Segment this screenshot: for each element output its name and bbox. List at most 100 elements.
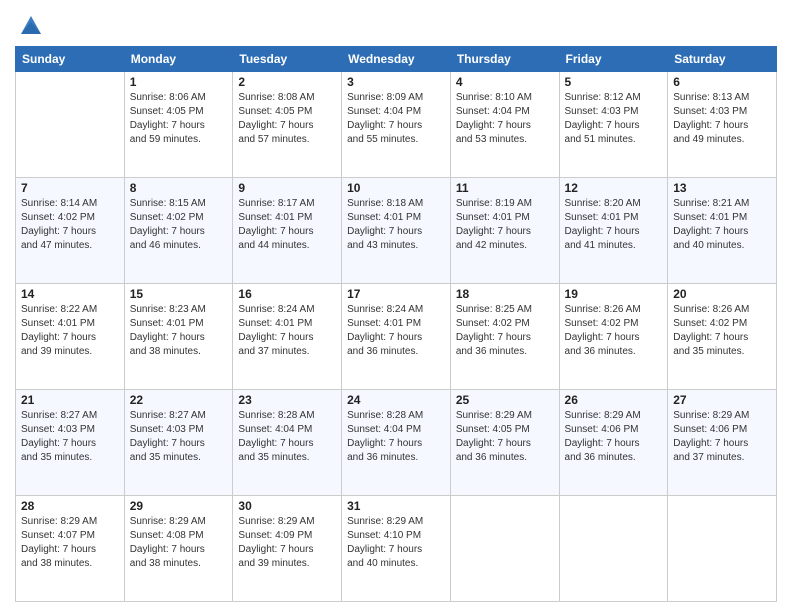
day-number: 20 xyxy=(673,287,771,301)
day-number: 3 xyxy=(347,75,445,89)
calendar-cell: 31Sunrise: 8:29 AM Sunset: 4:10 PM Dayli… xyxy=(342,496,451,602)
day-info: Sunrise: 8:22 AM Sunset: 4:01 PM Dayligh… xyxy=(21,303,119,359)
day-info: Sunrise: 8:13 AM Sunset: 4:03 PM Dayligh… xyxy=(673,91,771,147)
calendar-cell: 14 Sunrise: 8:22 AM Sunset: 4:01 PM Dayli… xyxy=(16,284,125,390)
calendar-cell xyxy=(668,496,777,602)
day-info: Sunrise: 8:27 AM Sunset: 4:03 PM Dayligh… xyxy=(130,409,228,465)
day-number: 22 xyxy=(130,393,228,407)
calendar-cell xyxy=(450,496,559,602)
day-number: 23 xyxy=(238,393,336,407)
calendar-cell: 23 Sunrise: 8:28 AM Sunset: 4:04 PM Dayli… xyxy=(233,390,342,496)
day-info: Sunrise: 8:10 AM Sunset: 4:04 PM Dayligh… xyxy=(456,91,554,147)
day-number: 27 xyxy=(673,393,771,407)
day-info: Sunrise: 8:29 AM Sunset: 4:07 PM Dayligh… xyxy=(21,515,119,571)
day-info: Sunrise: 8:12 AM Sunset: 4:03 PM Dayligh… xyxy=(565,91,663,147)
calendar-cell: 7 Sunrise: 8:14 AM Sunset: 4:02 PM Daylig… xyxy=(16,178,125,284)
day-info: Sunrise: 8:29 AM Sunset: 4:06 PM Dayligh… xyxy=(673,409,771,465)
calendar-cell: 17 Sunrise: 8:24 AM Sunset: 4:01 PM Dayli… xyxy=(342,284,451,390)
day-number: 30 xyxy=(238,499,336,513)
day-number: 18 xyxy=(456,287,554,301)
day-info: Sunrise: 8:17 AM Sunset: 4:01 PM Dayligh… xyxy=(238,197,336,253)
day-number: 25 xyxy=(456,393,554,407)
logo-icon xyxy=(17,10,45,38)
day-info: Sunrise: 8:25 AM Sunset: 4:02 PM Dayligh… xyxy=(456,303,554,359)
calendar-cell: 4Sunrise: 8:10 AM Sunset: 4:04 PM Daylig… xyxy=(450,72,559,178)
calendar-cell: 29 Sunrise: 8:29 AM Sunset: 4:08 PM Dayli… xyxy=(124,496,233,602)
day-info: Sunrise: 8:20 AM Sunset: 4:01 PM Dayligh… xyxy=(565,197,663,253)
calendar-cell: 6Sunrise: 8:13 AM Sunset: 4:03 PM Daylig… xyxy=(668,72,777,178)
day-number: 21 xyxy=(21,393,119,407)
day-info: Sunrise: 8:24 AM Sunset: 4:01 PM Dayligh… xyxy=(238,303,336,359)
calendar-cell: 15 Sunrise: 8:23 AM Sunset: 4:01 PM Dayli… xyxy=(124,284,233,390)
calendar-cell: 19Sunrise: 8:26 AM Sunset: 4:02 PM Dayli… xyxy=(559,284,668,390)
calendar-cell: 18 Sunrise: 8:25 AM Sunset: 4:02 PM Dayli… xyxy=(450,284,559,390)
header xyxy=(15,10,777,38)
calendar-cell: 26 Sunrise: 8:29 AM Sunset: 4:06 PM Dayli… xyxy=(559,390,668,496)
week-row-3: 21 Sunrise: 8:27 AM Sunset: 4:03 PM Dayli… xyxy=(16,390,777,496)
day-info: Sunrise: 8:28 AM Sunset: 4:04 PM Dayligh… xyxy=(238,409,336,465)
week-row-1: 7 Sunrise: 8:14 AM Sunset: 4:02 PM Daylig… xyxy=(16,178,777,284)
weekday-header-monday: Monday xyxy=(124,47,233,72)
day-info: Sunrise: 8:18 AM Sunset: 4:01 PM Dayligh… xyxy=(347,197,445,253)
calendar-cell: 13 Sunrise: 8:21 AM Sunset: 4:01 PM Dayli… xyxy=(668,178,777,284)
day-info: Sunrise: 8:21 AM Sunset: 4:01 PM Dayligh… xyxy=(673,197,771,253)
week-row-0: 1Sunrise: 8:06 AM Sunset: 4:05 PM Daylig… xyxy=(16,72,777,178)
day-number: 19 xyxy=(565,287,663,301)
calendar-cell: 8Sunrise: 8:15 AM Sunset: 4:02 PM Daylig… xyxy=(124,178,233,284)
day-info: Sunrise: 8:29 AM Sunset: 4:06 PM Dayligh… xyxy=(565,409,663,465)
calendar-cell: 11 Sunrise: 8:19 AM Sunset: 4:01 PM Dayli… xyxy=(450,178,559,284)
weekday-header-tuesday: Tuesday xyxy=(233,47,342,72)
day-number: 31 xyxy=(347,499,445,513)
calendar-cell: 3 Sunrise: 8:09 AM Sunset: 4:04 PM Daylig… xyxy=(342,72,451,178)
day-number: 16 xyxy=(238,287,336,301)
calendar-cell xyxy=(16,72,125,178)
calendar-cell: 16 Sunrise: 8:24 AM Sunset: 4:01 PM Dayli… xyxy=(233,284,342,390)
day-info: Sunrise: 8:29 AM Sunset: 4:09 PM Dayligh… xyxy=(238,515,336,571)
calendar-cell: 30 Sunrise: 8:29 AM Sunset: 4:09 PM Dayli… xyxy=(233,496,342,602)
calendar-cell: 1Sunrise: 8:06 AM Sunset: 4:05 PM Daylig… xyxy=(124,72,233,178)
day-info: Sunrise: 8:26 AM Sunset: 4:02 PM Dayligh… xyxy=(673,303,771,359)
day-info: Sunrise: 8:23 AM Sunset: 4:01 PM Dayligh… xyxy=(130,303,228,359)
day-info: Sunrise: 8:08 AM Sunset: 4:05 PM Dayligh… xyxy=(238,91,336,147)
calendar-cell: 2 Sunrise: 8:08 AM Sunset: 4:05 PM Daylig… xyxy=(233,72,342,178)
day-number: 26 xyxy=(565,393,663,407)
calendar-table: SundayMondayTuesdayWednesdayThursdayFrid… xyxy=(15,46,777,602)
calendar-cell: 20 Sunrise: 8:26 AM Sunset: 4:02 PM Dayli… xyxy=(668,284,777,390)
day-number: 17 xyxy=(347,287,445,301)
day-info: Sunrise: 8:15 AM Sunset: 4:02 PM Dayligh… xyxy=(130,197,228,253)
day-info: Sunrise: 8:14 AM Sunset: 4:02 PM Dayligh… xyxy=(21,197,119,253)
day-info: Sunrise: 8:24 AM Sunset: 4:01 PM Dayligh… xyxy=(347,303,445,359)
day-info: Sunrise: 8:29 AM Sunset: 4:08 PM Dayligh… xyxy=(130,515,228,571)
day-number: 1 xyxy=(130,75,228,89)
day-number: 14 xyxy=(21,287,119,301)
calendar-cell: 21Sunrise: 8:27 AM Sunset: 4:03 PM Dayli… xyxy=(16,390,125,496)
logo xyxy=(15,10,45,38)
weekday-header-saturday: Saturday xyxy=(668,47,777,72)
day-info: Sunrise: 8:29 AM Sunset: 4:05 PM Dayligh… xyxy=(456,409,554,465)
weekday-header-row: SundayMondayTuesdayWednesdayThursdayFrid… xyxy=(16,47,777,72)
day-info: Sunrise: 8:28 AM Sunset: 4:04 PM Dayligh… xyxy=(347,409,445,465)
day-number: 2 xyxy=(238,75,336,89)
calendar-cell: 28 Sunrise: 8:29 AM Sunset: 4:07 PM Dayli… xyxy=(16,496,125,602)
page: SundayMondayTuesdayWednesdayThursdayFrid… xyxy=(0,0,792,612)
day-number: 5 xyxy=(565,75,663,89)
day-number: 9 xyxy=(238,181,336,195)
weekday-header-friday: Friday xyxy=(559,47,668,72)
day-info: Sunrise: 8:09 AM Sunset: 4:04 PM Dayligh… xyxy=(347,91,445,147)
week-row-4: 28 Sunrise: 8:29 AM Sunset: 4:07 PM Dayli… xyxy=(16,496,777,602)
calendar-cell: 25 Sunrise: 8:29 AM Sunset: 4:05 PM Dayli… xyxy=(450,390,559,496)
day-number: 28 xyxy=(21,499,119,513)
weekday-header-thursday: Thursday xyxy=(450,47,559,72)
calendar-cell: 22 Sunrise: 8:27 AM Sunset: 4:03 PM Dayli… xyxy=(124,390,233,496)
day-number: 29 xyxy=(130,499,228,513)
day-number: 7 xyxy=(21,181,119,195)
day-number: 15 xyxy=(130,287,228,301)
calendar-cell: 10Sunrise: 8:18 AM Sunset: 4:01 PM Dayli… xyxy=(342,178,451,284)
day-number: 11 xyxy=(456,181,554,195)
calendar-cell: 24Sunrise: 8:28 AM Sunset: 4:04 PM Dayli… xyxy=(342,390,451,496)
day-info: Sunrise: 8:19 AM Sunset: 4:01 PM Dayligh… xyxy=(456,197,554,253)
calendar-cell xyxy=(559,496,668,602)
weekday-header-wednesday: Wednesday xyxy=(342,47,451,72)
calendar-cell: 12Sunrise: 8:20 AM Sunset: 4:01 PM Dayli… xyxy=(559,178,668,284)
day-number: 13 xyxy=(673,181,771,195)
